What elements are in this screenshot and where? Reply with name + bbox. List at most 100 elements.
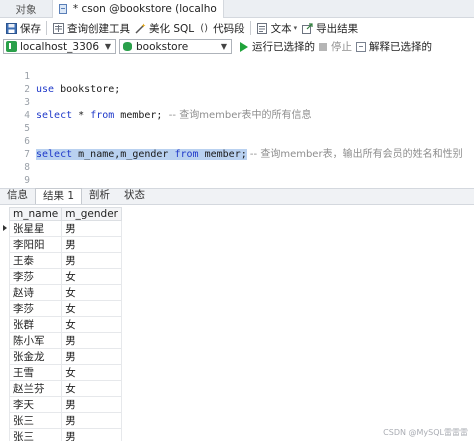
save-icon	[5, 22, 17, 34]
toolbar-divider	[249, 21, 251, 35]
beautify-sql-label: 美化 SQL	[149, 22, 195, 35]
current-row-marker-icon	[3, 225, 7, 231]
editor-line: 5	[0, 109, 474, 134]
cell-m-name[interactable]: 李莎	[8, 268, 63, 285]
table-row[interactable]: 赵兰芬女	[8, 380, 122, 397]
editor-line: 4	[0, 96, 474, 121]
cell-m-gender[interactable]: 男	[61, 412, 122, 429]
editor-tab-bar: 对象 * cson @bookstore (localhost_3306...	[0, 0, 474, 18]
cell-m-name[interactable]: 张金龙	[8, 348, 63, 365]
query-file-icon	[59, 4, 67, 14]
cell-m-gender[interactable]: 女	[61, 284, 122, 301]
cell-m-gender[interactable]: 男	[61, 252, 122, 269]
cell-m-gender[interactable]: 女	[61, 364, 122, 381]
cell-m-name[interactable]: 张三	[8, 428, 63, 441]
query-toolbar: 保存 查询创建工具 美化 SQL () 代码段 文本 ▾ 导出结果	[0, 18, 474, 38]
snippet-label: 代码段	[213, 22, 245, 35]
code-braces-icon: ()	[200, 22, 209, 34]
chevron-down-icon: ▼	[220, 42, 228, 51]
run-selected-label: 运行已选择的	[252, 41, 315, 53]
text-mode-button[interactable]: 文本 ▾	[254, 19, 300, 37]
tab-info[interactable]: 信息	[0, 188, 35, 204]
cell-m-name[interactable]: 张三	[8, 412, 63, 429]
cell-m-gender[interactable]: 女	[61, 380, 122, 397]
cell-m-name[interactable]: 李天	[8, 396, 63, 413]
sql-editor[interactable]: 1 use bookstore; 2 3 select * from membe…	[0, 55, 474, 199]
cell-m-name[interactable]: 张星星	[3, 220, 63, 237]
result-grid: m_name m_gender 张星星男李阳阳男王泰男李莎女赵诗女李莎女张群女陈…	[3, 207, 122, 441]
explain-icon	[356, 41, 366, 52]
cell-m-gender[interactable]: 男	[61, 428, 122, 441]
table-row[interactable]: 李莎女	[8, 300, 122, 317]
play-icon	[240, 41, 248, 52]
tab-query-cson[interactable]: * cson @bookstore (localhost_3306...	[52, 0, 224, 18]
cell-m-gender[interactable]: 女	[61, 316, 122, 333]
cell-m-name[interactable]: 王雪	[8, 364, 63, 381]
editor-line: 3 select * from member; -- 查询member表中的所有…	[0, 83, 474, 121]
cell-m-name[interactable]: 王泰	[8, 252, 63, 269]
table-row[interactable]: 张群女	[8, 316, 122, 333]
stop-button[interactable]: 停止	[317, 38, 354, 56]
save-label: 保存	[20, 22, 41, 35]
table-row[interactable]: 王泰男	[8, 252, 122, 269]
editor-line: 9	[0, 161, 474, 186]
tab-objects[interactable]: 对象	[0, 0, 52, 18]
table-row[interactable]: 李阳阳男	[8, 236, 122, 253]
query-builder-button[interactable]: 查询创建工具	[50, 19, 132, 37]
tab-status[interactable]: 状态	[117, 188, 152, 204]
table-row[interactable]: 张金龙男	[8, 348, 122, 365]
connection-icon	[6, 41, 17, 52]
watermark: CSDN @MySQL雷雷雷	[383, 428, 468, 437]
export-results-button[interactable]: 导出结果	[299, 19, 360, 37]
table-row[interactable]: 李莎女	[8, 268, 122, 285]
query-builder-label: 查询创建工具	[67, 22, 130, 35]
snippet-button[interactable]: () 代码段	[196, 19, 247, 37]
table-row[interactable]: 赵诗女	[8, 284, 122, 301]
table-row[interactable]: 张三男	[8, 428, 122, 441]
table-row[interactable]: 李天男	[8, 396, 122, 413]
explain-selected-button[interactable]: 解释已选择的	[354, 38, 434, 56]
stop-label: 停止	[331, 41, 352, 53]
tab-profile[interactable]: 剖析	[82, 188, 117, 204]
editor-line: 2	[0, 70, 474, 95]
export-results-label: 导出结果	[316, 22, 359, 35]
cell-m-gender[interactable]: 男	[61, 348, 122, 365]
table-row[interactable]: 张三男	[8, 412, 122, 429]
cell-m-name[interactable]: 李阳阳	[8, 236, 63, 253]
cell-m-name[interactable]: 赵兰芬	[8, 380, 63, 397]
table-row[interactable]: 陈小军男	[8, 332, 122, 349]
text-document-icon	[256, 22, 268, 34]
cell-text: 张星星	[13, 223, 45, 235]
table-row[interactable]: 王雪女	[8, 364, 122, 381]
cell-m-name[interactable]: 张群	[8, 316, 63, 333]
text-mode-dropdown-icon[interactable]: ▾	[294, 24, 298, 32]
cell-m-gender[interactable]: 男	[61, 220, 122, 237]
tab-result-1[interactable]: 结果 1	[35, 188, 83, 204]
database-select[interactable]: bookstore ▼	[119, 39, 232, 54]
run-selected-button[interactable]: 运行已选择的	[238, 38, 317, 56]
column-header-m-name[interactable]: m_name	[8, 207, 63, 221]
cell-m-name[interactable]: 赵诗	[8, 284, 63, 301]
cell-m-name[interactable]: 李莎	[8, 300, 63, 317]
cell-m-gender[interactable]: 女	[61, 300, 122, 317]
connection-select[interactable]: localhost_3306 ▼	[3, 39, 116, 54]
cell-m-gender[interactable]: 女	[61, 268, 122, 285]
cell-m-gender[interactable]: 男	[61, 396, 122, 413]
explain-selected-label: 解释已选择的	[369, 41, 432, 53]
column-header-m-gender[interactable]: m_gender	[61, 207, 122, 221]
cell-m-name[interactable]: 陈小军	[8, 332, 63, 349]
text-mode-label: 文本	[270, 22, 292, 35]
grid-body: 张星星男李阳阳男王泰男李莎女赵诗女李莎女张群女陈小军男张金龙男王雪女赵兰芬女李天…	[3, 220, 122, 441]
connection-value: localhost_3306	[20, 40, 100, 53]
beautify-sql-button[interactable]: 美化 SQL	[132, 19, 196, 37]
editor-line: 10	[0, 174, 474, 199]
table-row[interactable]: 张星星 男	[3, 220, 122, 237]
save-button[interactable]: 保存	[3, 19, 43, 37]
editor-line: 6 select m_name,m_gender from member; --…	[0, 122, 474, 160]
chevron-down-icon: ▼	[104, 42, 112, 51]
toolbar-divider	[46, 21, 47, 35]
database-value: bookstore	[136, 40, 189, 53]
cell-m-gender[interactable]: 男	[61, 236, 122, 253]
editor-line: 8	[0, 148, 474, 173]
cell-m-gender[interactable]: 男	[61, 332, 122, 349]
